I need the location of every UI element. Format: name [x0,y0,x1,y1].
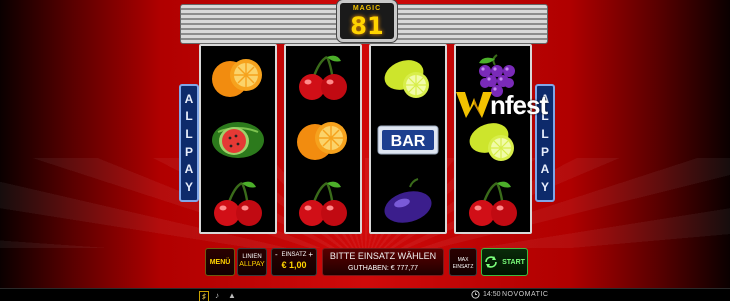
watermelon-icon [212,122,264,158]
menu-button[interactable]: MENÜ [205,248,235,276]
allpay-letter: Y [184,180,193,195]
stake-control[interactable]: - + EINSATZ € 1,00 [271,248,317,276]
orange-icon [212,59,262,97]
max-stake-label-1: MAX [457,257,469,263]
game-logo-number: 81 [350,12,384,40]
start-button-label: START [502,258,525,266]
game-stage: MAGIC 81 A L L P A Y A L L P A Y BAR nfe… [0,0,730,288]
winfest-logo-text: nfest [490,89,548,120]
volume-icon[interactable]: ▲ [228,291,236,300]
allpay-letter: A [184,162,194,177]
sound-icon[interactable]: ♯ [199,291,209,301]
game-logo-badge: MAGIC 81 [337,0,397,42]
plum-icon [384,178,432,223]
speaker-icon[interactable]: ♪ [215,291,219,300]
lines-value: ALLPAY [239,261,265,268]
reel-3: BAR [369,44,447,234]
stake-value: € 1,00 [281,260,307,270]
menu-button-label: MENÜ [209,258,231,266]
clock-time: 14:50 [483,291,501,298]
game-logo-top-text: MAGIC [352,5,382,12]
clock-icon [471,290,480,299]
cherry-icon [299,181,347,226]
max-stake-button[interactable]: MAX EINSATZ [449,248,477,276]
bar-icon: BAR [377,125,439,155]
cherry-symbol [201,172,275,234]
spin-arrows-icon [485,256,497,268]
cherry-symbol [286,172,360,234]
allpay-letter: Y [540,180,549,195]
allpay-letter: P [184,144,193,159]
winfest-w-icon [456,92,492,118]
lines-label: LINIEN [242,254,262,260]
allpay-letter: L [185,127,193,142]
winfest-logo: nfest [456,88,586,122]
reel-1 [199,44,277,234]
cherry-symbol [456,172,530,234]
orange-symbol [201,46,275,108]
allpay-banner-left: A L L P A Y [179,84,199,202]
reel-2 [284,44,362,234]
orange-symbol [286,109,360,171]
max-stake-label-2: EINSATZ [452,264,474,270]
allpay-letter: L [185,109,193,124]
cherry-icon [299,55,347,100]
allpay-letter: P [540,144,549,159]
start-button[interactable]: START [481,248,528,276]
cherry-symbol [286,46,360,108]
bottom-bar: ♯ ♪ ▲ 14:50 NOVOMATIC [0,288,730,301]
orange-icon [297,122,347,160]
plum-symbol [371,172,445,234]
allpay-letter: A [540,162,550,177]
brand-label: NOVOMATIC [502,291,549,298]
lemon-icon [384,60,429,98]
allpay-letter: L [541,127,549,142]
cherry-icon [469,181,517,226]
allpay-letter: A [184,91,194,106]
status-message: BITTE EINSATZ WÄHLEN [329,251,437,261]
svg-text:BAR: BAR [391,133,426,150]
reel-4 [454,44,532,234]
balance-display: GUTHABEN: € 777,77 [347,265,419,272]
bar-symbol: BAR [371,109,445,171]
lines-button[interactable]: LINIEN ALLPAY [237,248,267,276]
stake-label: EINSATZ [281,252,307,258]
cherry-icon [214,181,262,226]
message-panel: BITTE EINSATZ WÄHLEN GUTHABEN: € 777,77 [322,248,444,276]
watermelon-symbol [201,109,275,171]
lemon-symbol [371,46,445,108]
